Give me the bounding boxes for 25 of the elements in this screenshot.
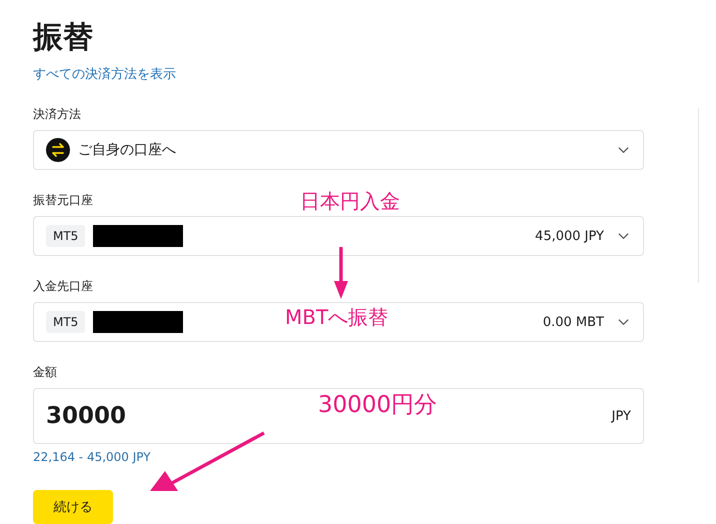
amount-value: 30000 (46, 403, 126, 429)
annotation-text: 日本円入金 (300, 190, 400, 212)
field-label: 振替元口座 (33, 192, 93, 208)
continue-button[interactable]: 続ける (33, 490, 113, 524)
transfer-icon (46, 138, 70, 162)
annotation-text: MBTへ振替 (285, 306, 388, 328)
chevron-down-icon (618, 318, 629, 326)
account-select[interactable]: MT5 45,000 JPY (33, 216, 644, 256)
platform-tag: MT5 (46, 225, 86, 247)
chevron-down-icon (618, 232, 629, 240)
chevron-down-icon (618, 146, 629, 154)
account-balance: 0.00 MBT (542, 314, 604, 330)
all-methods-link[interactable]: すべての決済方法を表示 (33, 66, 176, 84)
page-title: 振替 (33, 19, 93, 57)
method-value: ご自身の口座へ (78, 141, 177, 159)
amount-range: 22,164 - 45,000 JPY (33, 450, 151, 464)
field-label: 決済方法 (33, 106, 81, 122)
currency-label: JPY (612, 408, 631, 424)
account-balance: 45,000 JPY (535, 228, 604, 244)
field-label: 金額 (33, 364, 57, 380)
annotation-text: 30000円分 (318, 393, 438, 418)
method-select[interactable]: ご自身の口座へ (33, 130, 644, 170)
platform-tag: MT5 (46, 311, 86, 333)
field-label: 入金先口座 (33, 278, 93, 294)
annotation-arrow (334, 247, 348, 299)
